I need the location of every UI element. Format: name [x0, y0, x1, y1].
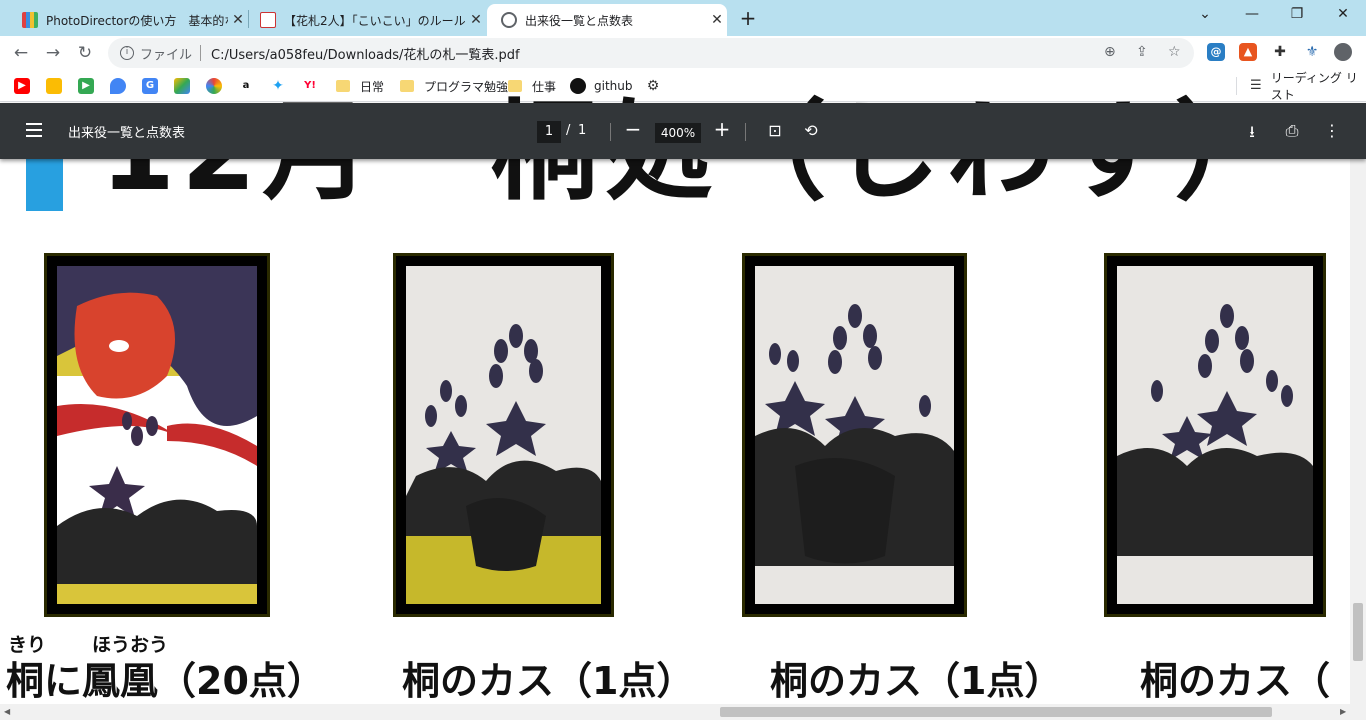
forward-arrow-icon[interactable]: →: [42, 42, 64, 64]
scheme-label: ファイル: [140, 47, 193, 63]
download-icon[interactable]: ⭳: [1242, 121, 1262, 148]
zoom-level-input[interactable]: 400%: [655, 123, 701, 143]
tab-title: PhotoDirectorの使い方 基本的な: [46, 13, 228, 28]
tab-title: 【花札2人】「こいこい」のルールと役一: [284, 13, 466, 28]
tab-title: 出来役一覧と点数表: [525, 13, 634, 28]
pdf-toolbar: 出来役一覧と点数表 1 / 1 − 400% + ⊡ ⟲ ⭳ ⎙ ⋮: [0, 103, 1366, 159]
card-art: [1117, 266, 1313, 604]
menu-icon[interactable]: [26, 123, 42, 137]
close-tab-icon[interactable]: ✕: [466, 12, 486, 28]
zoom-icon[interactable]: ⊕: [1104, 44, 1116, 60]
card-kiri-ni-houou: [44, 253, 270, 617]
close-tab-icon[interactable]: ✕: [228, 12, 248, 28]
kiri-kasu-illustration: [755, 304, 954, 566]
youtube-bookmark[interactable]: ▶: [14, 77, 38, 95]
keep-bookmark[interactable]: [46, 77, 70, 95]
profile-avatar-icon[interactable]: [1334, 43, 1352, 61]
heading-accent-bar: [26, 159, 63, 211]
new-tab-button[interactable]: +: [738, 6, 758, 30]
scroll-right-arrow-icon[interactable]: ▶: [1340, 707, 1346, 716]
card-kiri-kasu-1: [393, 253, 614, 617]
divider: [200, 45, 202, 61]
rotate-icon[interactable]: ⟲: [801, 121, 821, 140]
address-text[interactable]: C:/Users/a058feu/Downloads/花札の札一覧表.pdf: [211, 44, 520, 63]
hanafuda-favicon-icon: [260, 12, 276, 28]
divider: [610, 123, 611, 141]
play-bookmark[interactable]: ▶: [78, 77, 102, 95]
tab-search-chevron-icon[interactable]: ⌄: [1193, 6, 1217, 22]
card-kiri-kasu-3: [1104, 253, 1326, 617]
youtube-icon: ▶: [14, 78, 30, 94]
extension-lock-icon[interactable]: ▲: [1239, 43, 1257, 61]
card-caption: 桐のカス（1点）: [770, 659, 1063, 703]
card-art: [406, 266, 601, 604]
info-icon[interactable]: i: [120, 46, 134, 60]
share-icon[interactable]: ⇪: [1136, 44, 1148, 60]
close-window-button[interactable]: ✕: [1331, 6, 1355, 22]
page-total: 1: [578, 123, 587, 138]
zoom-in-button[interactable]: +: [712, 117, 732, 141]
minimize-button[interactable]: —: [1240, 6, 1264, 22]
address-bar[interactable]: i ファイル C:/Users/a058feu/Downloads/花札の札一覧…: [108, 38, 1194, 68]
extension-swirl-icon[interactable]: @: [1207, 43, 1225, 61]
vertical-scrollbar[interactable]: [1350, 159, 1366, 704]
card-caption: 桐に鳳凰（20点）: [6, 659, 325, 703]
keep-icon: [46, 78, 62, 94]
close-tab-icon[interactable]: ✕: [707, 12, 727, 28]
play-icon: ▶: [78, 78, 94, 94]
kiri-kasu-illustration: [406, 324, 601, 604]
bookmark-star-icon[interactable]: ☆: [1168, 44, 1181, 60]
more-options-icon[interactable]: ⋮: [1322, 121, 1342, 140]
scroll-left-arrow-icon[interactable]: ◀: [4, 707, 10, 716]
zoom-out-button[interactable]: −: [623, 117, 643, 141]
card-kiri-kasu-2: [742, 253, 967, 617]
tab-active-pdf[interactable]: 出来役一覧と点数表 ✕: [487, 4, 727, 36]
page-separator: /: [566, 123, 571, 138]
photodirector-favicon-icon: [22, 12, 38, 28]
back-arrow-icon[interactable]: ←: [10, 42, 32, 64]
page-number-input[interactable]: 1: [537, 121, 561, 143]
extensions-puzzle-icon[interactable]: ✚: [1271, 43, 1289, 61]
card-caption: 桐のカス（1点）: [402, 659, 695, 703]
tab-hanafuda-rules[interactable]: 【花札2人】「こいこい」のルールと役一 ✕: [246, 4, 486, 36]
extension-fleur-icon[interactable]: ⚜: [1303, 43, 1321, 61]
vertical-scrollbar-thumb[interactable]: [1353, 603, 1363, 661]
kiri-kasu-illustration: [1117, 304, 1313, 556]
card-art: [755, 266, 954, 604]
browser-toolbar: ← → ↻ i ファイル C:/Users/a058feu/Downloads/…: [0, 36, 1366, 70]
horizontal-scrollbar-thumb[interactable]: [720, 707, 1272, 717]
globe-icon: [501, 12, 517, 28]
phoenix-card-illustration: [57, 266, 257, 604]
restore-button[interactable]: ❐: [1285, 6, 1309, 22]
fit-page-icon[interactable]: ⊡: [765, 121, 785, 140]
tab-photodirector[interactable]: PhotoDirectorの使い方 基本的な ✕: [8, 4, 248, 36]
print-icon[interactable]: ⎙: [1282, 121, 1302, 141]
horizontal-scrollbar[interactable]: ◀ ▶: [0, 704, 1366, 720]
card-art: [57, 266, 257, 604]
card-caption: 桐のカス（: [1140, 659, 1331, 703]
pdf-title: 出来役一覧と点数表: [68, 126, 186, 141]
divider: [745, 123, 746, 141]
reload-icon[interactable]: ↻: [74, 42, 96, 64]
